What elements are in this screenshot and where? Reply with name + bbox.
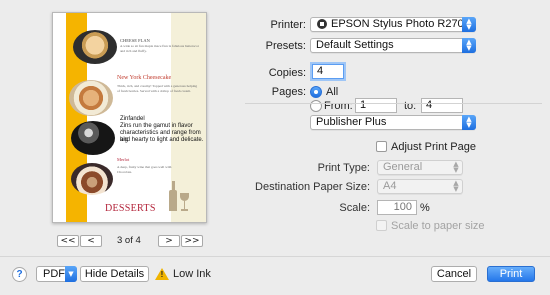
chevron-updown-icon: ▲ ▼ (453, 179, 459, 193)
print-type-value: General (383, 161, 423, 173)
copies-label: Copies: (268, 67, 306, 79)
pdf-label: PDF (43, 268, 65, 280)
preview-item-title: New York Cheesecake (117, 75, 172, 81)
print-options-popup[interactable]: Publisher Plus ▲ ▼ (310, 115, 476, 130)
cancel-button[interactable]: Cancel (431, 266, 477, 282)
presets-value: Default Settings (316, 39, 394, 51)
preview-item-text: A wide so sit fun maple mace flan la fab… (120, 44, 199, 48)
wine-bottle-graphic (169, 181, 177, 211)
pages-all-radio[interactable] (310, 86, 322, 98)
adjust-print-page-label: Adjust Print Page (391, 141, 476, 153)
print-type-label: Print Type: (317, 162, 370, 174)
preview-item-text: A deep, fruity wine that goes well with (117, 165, 172, 169)
pages-to-field[interactable]: 4 (421, 98, 463, 113)
print-options-value: Publisher Plus (316, 116, 387, 128)
scale-to-paper-size-checkbox[interactable] (376, 220, 387, 231)
chevron-updown-icon: ▲ ▼ (462, 17, 476, 32)
merlot-dessert-image (71, 163, 113, 195)
preview-item-title: Merlot (117, 157, 130, 162)
pages-to-label: to: (404, 100, 417, 112)
print-preview-page: CHEESE FLAN A wide so sit fun maple mace… (52, 12, 207, 223)
previous-page-button[interactable]: < (80, 235, 102, 247)
preview-item-text: and rich and fluffy. (120, 49, 147, 53)
preview-item-text: Zins run the gamut in flavor (120, 123, 193, 129)
low-ink-label: Low Ink (173, 268, 211, 280)
destination-paper-size-popup[interactable]: A4 ▲ ▼ (377, 179, 463, 194)
pages-label: Pages: (271, 86, 306, 98)
next-page-button[interactable]: > (158, 235, 180, 247)
chevron-updown-icon: ▲ ▼ (462, 38, 476, 53)
chevron-updown-icon: ▲ ▼ (453, 160, 459, 174)
cheesecake-image (69, 80, 113, 116)
preview-item-text: and hearty to light and delicate. (120, 137, 204, 143)
chevron-down-icon: ▼ (65, 266, 77, 282)
help-button[interactable]: ? (12, 267, 27, 282)
printer-popup[interactable]: EPSON Stylus Photo R270 ▲ ▼ (310, 17, 476, 32)
destination-paper-size-value: A4 (383, 180, 397, 192)
pages-all-label: All (326, 86, 339, 98)
warning-icon: ! (155, 268, 169, 280)
zinfandel-image (71, 121, 115, 155)
destination-paper-size-label: Destination Paper Size: (255, 181, 370, 193)
printer-value: EPSON Stylus Photo R270 (331, 18, 464, 30)
presets-popup[interactable]: Default Settings ▲ ▼ (310, 38, 476, 53)
pages-from-radio[interactable] (310, 100, 322, 112)
printer-icon (316, 18, 328, 29)
pages-from-field[interactable]: 1 (355, 98, 397, 113)
scale-unit: % (420, 202, 430, 214)
scale-to-paper-size-label: Scale to paper size (391, 220, 485, 232)
wine-glass-graphic (180, 193, 189, 211)
pdf-menu-button[interactable]: PDF ▼ (36, 266, 77, 282)
presets-label: Presets: (265, 40, 306, 52)
first-page-button[interactable]: << (57, 235, 79, 247)
preview-item-text: Thick, rich, and creamy! Topped with a g… (117, 84, 198, 88)
preview-item-text: of fresh berries. Served with a dollop o… (117, 89, 191, 93)
preview-item-text: Chocolate. (117, 170, 133, 174)
cheese-flan-image (73, 30, 117, 64)
scale-field[interactable]: 100 (377, 200, 417, 215)
last-page-button[interactable]: >> (181, 235, 203, 247)
print-button[interactable]: Print (487, 266, 535, 282)
settings-divider (245, 103, 542, 104)
preview-item-title: CHEESE FLAN (120, 38, 150, 43)
bottom-bar-divider (0, 256, 550, 257)
scale-label: Scale: (339, 202, 370, 214)
adjust-print-page-checkbox[interactable] (376, 141, 387, 152)
page-indicator: 3 of 4 (117, 235, 141, 246)
chevron-updown-icon: ▲ ▼ (462, 115, 476, 130)
preview-item-title: Zinfandel (120, 116, 145, 122)
pages-from-label: From: (324, 100, 353, 112)
copies-field[interactable]: 4 (312, 64, 344, 79)
printer-label: Printer: (270, 19, 306, 31)
hide-details-button[interactable]: Hide Details (80, 266, 149, 282)
desserts-heading: DESSERTS (105, 203, 156, 214)
print-type-popup[interactable]: General ▲ ▼ (377, 160, 463, 175)
